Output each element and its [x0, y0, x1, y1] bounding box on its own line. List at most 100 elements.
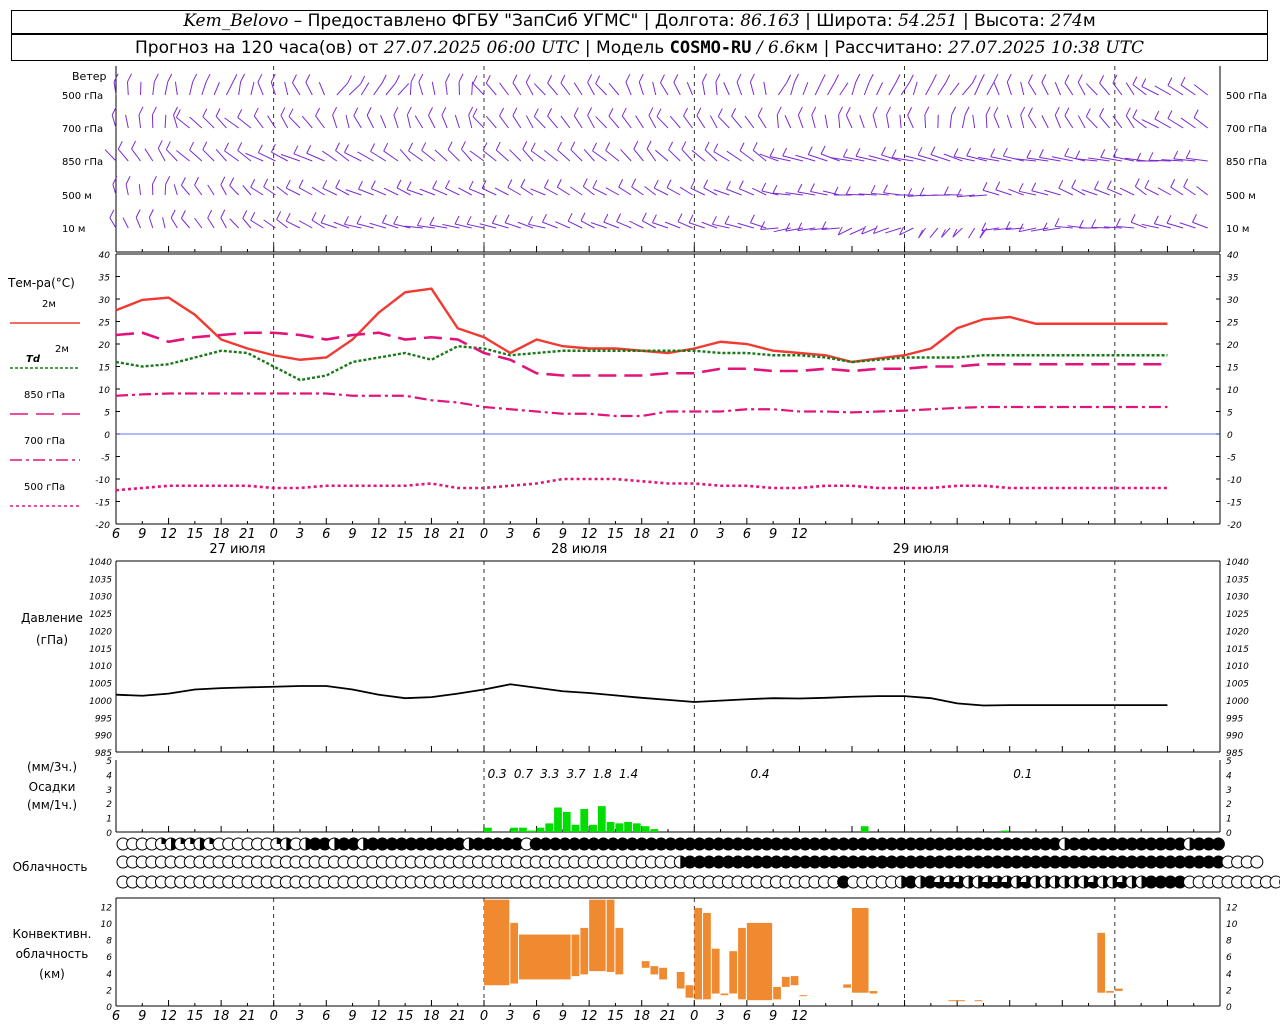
x-tick-label-bottom: 0	[270, 1009, 278, 1024]
wind-barb	[982, 189, 1000, 196]
wind-barb	[570, 186, 583, 196]
pressure-y-tick-right: 1030	[1226, 593, 1249, 603]
wind-barb	[703, 187, 718, 196]
conv-cloud-bar	[852, 907, 869, 993]
pressure-axis-unit: (гПа)	[36, 633, 68, 647]
wind-barb	[587, 115, 595, 129]
wind-barb-feather	[731, 108, 737, 117]
wind-barb-feather	[180, 177, 186, 186]
wind-barb-feather	[237, 109, 243, 118]
precip-y-tick-right: 4	[1226, 771, 1232, 781]
precip-y-tick-left: 0	[106, 829, 112, 839]
wind-barb-feather	[1020, 106, 1026, 116]
precip-y-tick-right: 2	[1226, 800, 1232, 810]
wind-barb-feather	[995, 181, 1001, 190]
wind-barb	[499, 82, 509, 96]
wind-barb	[1183, 186, 1196, 196]
wind-barb	[225, 82, 234, 96]
wind-barb	[311, 186, 325, 196]
wind-barb	[250, 219, 264, 229]
wind-barb	[322, 150, 338, 162]
wind-barb-feather	[820, 74, 826, 83]
wind-barb	[726, 188, 742, 196]
wind-barb-feather	[232, 74, 238, 83]
wind-barb	[267, 115, 276, 129]
wind-barb-feather	[406, 181, 412, 190]
wind-barb	[1064, 115, 1074, 129]
wind-barb	[285, 220, 301, 229]
wind-barb	[148, 217, 154, 229]
wind-barb	[1054, 82, 1061, 96]
wind-barb	[635, 115, 644, 129]
wind-barb-feather	[250, 212, 256, 221]
wind-barb	[189, 116, 203, 129]
conv-y-tick-right: 6	[1226, 953, 1232, 963]
wind-barb-feather	[109, 209, 115, 219]
wind-barb	[164, 184, 167, 196]
precip-bar	[536, 827, 545, 832]
x-tick-label: 6	[112, 527, 120, 542]
wind-barb-feather	[151, 106, 157, 116]
x-tick-label-bottom: 3	[716, 1009, 724, 1024]
conv-cloud-bar	[659, 967, 667, 980]
wind-barb	[1180, 117, 1196, 129]
wind-barb	[972, 114, 976, 129]
precip-bar	[650, 829, 659, 832]
conv-cloud-bar	[720, 993, 729, 996]
wind-barb-feather	[621, 107, 627, 117]
wind-barb	[1077, 115, 1086, 129]
wind-barb	[117, 148, 129, 162]
wind-barb-feather	[1170, 179, 1176, 188]
wind-barb-feather	[1132, 109, 1138, 118]
wind-barb	[520, 186, 534, 196]
wind-barb-feather	[870, 185, 876, 194]
wind-barb	[280, 115, 289, 129]
wind-barb-feather	[356, 215, 362, 225]
x-tick-label: 15	[397, 527, 414, 542]
wind-barb-feather	[1064, 107, 1070, 116]
wind-barb	[126, 81, 129, 96]
wind-barb-feather	[985, 106, 991, 116]
wind-barb	[851, 81, 857, 96]
wind-barb	[434, 149, 448, 162]
temp-y-tick-right: 5	[1227, 409, 1233, 419]
wind-barb	[900, 82, 910, 96]
wind-barb-feather	[1028, 107, 1033, 116]
wind-barb-feather	[660, 74, 665, 83]
wind-barb-feather	[739, 142, 745, 151]
wind-barb	[952, 227, 963, 238]
wind-barb-feather	[1193, 109, 1199, 118]
wind-level-label-left: 700 гПа	[62, 124, 103, 135]
wind-barb	[608, 115, 620, 129]
temp-legend-label: 850 гПа	[24, 390, 65, 401]
wind-barb	[152, 81, 155, 96]
wind-barb-feather	[468, 180, 474, 190]
wind-barb-feather	[270, 73, 276, 83]
date-label: 28 июля	[551, 542, 607, 557]
x-tick-label-bottom: 21	[660, 1009, 677, 1024]
wind-barb-feather	[1018, 183, 1024, 192]
temp-y-tick-left: 30	[99, 296, 111, 306]
precip-y-tick-right: 1	[1226, 815, 1232, 825]
precip-bar	[606, 821, 615, 832]
temp-y-tick-right: 30	[1227, 296, 1239, 306]
wind-barb	[555, 221, 571, 229]
precip-y-tick-right: 3	[1226, 786, 1232, 796]
wind-barb	[802, 81, 809, 96]
conv-axis-title: облачность	[16, 947, 89, 961]
wind-level-label-right: 500 м	[1226, 191, 1256, 202]
pressure-axis-label: Давление	[21, 611, 83, 625]
wind-barb	[962, 82, 973, 96]
x-tick-label: 18	[213, 527, 230, 542]
wind-barb	[311, 219, 325, 229]
precip-3h-label: 0.4	[750, 767, 769, 781]
wind-barb-feather	[1167, 77, 1173, 86]
pressure-y-tick-left: 1030	[89, 593, 112, 603]
wind-barb-feather	[358, 180, 363, 190]
conv-axis-label: Конвективн.	[13, 927, 92, 941]
wind-barb	[383, 150, 399, 162]
wind-barb-feather	[930, 146, 936, 155]
precip-y-tick-left: 4	[106, 771, 112, 781]
wind-barb-feather	[1026, 149, 1032, 159]
conv-cloud-bar	[589, 899, 606, 972]
